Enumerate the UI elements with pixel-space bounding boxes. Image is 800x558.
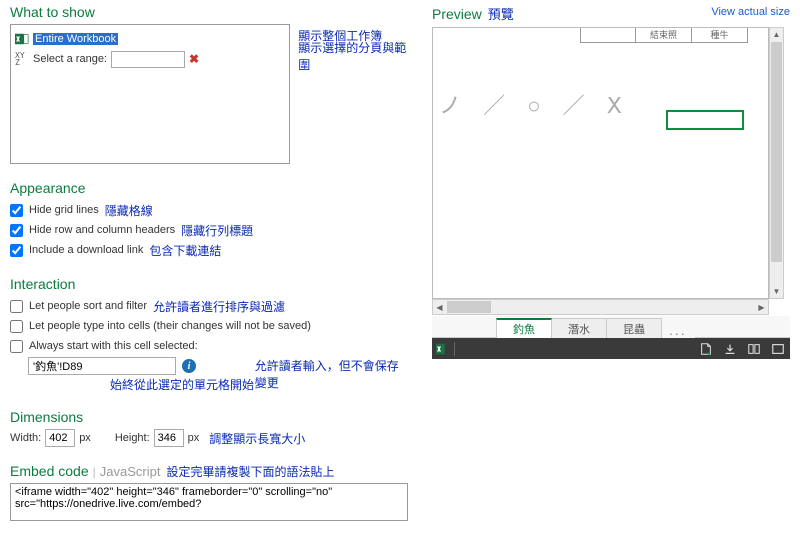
preview-content[interactable]: 結束照 種牛 ノ ／ ○ ／ Ⅹ: [432, 27, 769, 299]
fullscreen-icon[interactable]: [766, 338, 790, 359]
hide-headers-label: Hide row and column headers: [29, 224, 175, 236]
info-icon[interactable]: i: [182, 359, 196, 373]
annot-start: 始終從此選定的單元格開始: [110, 378, 254, 392]
annot-sort: 允許讀者進行排序與過濾: [153, 298, 285, 315]
sort-filter-label: Let people sort and filter: [29, 300, 147, 312]
scroll-up-icon[interactable]: ▲: [770, 28, 783, 41]
range-input[interactable]: [111, 51, 185, 68]
download-link-checkbox[interactable]: [10, 244, 23, 257]
annot-headers: 隱藏行列標題: [181, 222, 253, 239]
vscroll-thumb[interactable]: [771, 42, 782, 262]
horizontal-scrollbar[interactable]: ◀ ▶: [432, 299, 769, 315]
hscroll-thumb[interactable]: [447, 301, 491, 313]
annot-type: 允許讀者輸入，但不會保存變更: [255, 359, 399, 390]
annot-embed: 設定完畢請複製下面的語法貼上: [166, 463, 334, 480]
hide-headers-checkbox[interactable]: [10, 224, 23, 237]
height-px: px: [188, 432, 200, 444]
appearance-header: Appearance: [10, 180, 410, 196]
clear-range-icon[interactable]: ✖: [189, 52, 199, 66]
scroll-right-icon[interactable]: ▶: [755, 300, 768, 314]
annot-dl: 包含下載連結: [149, 242, 221, 259]
what-to-show-box: Entire Workbook XYZ Select a range: ✖: [10, 24, 290, 164]
embed-code-textarea[interactable]: [10, 483, 408, 521]
scroll-down-icon[interactable]: ▼: [770, 285, 783, 298]
interaction-header: Interaction: [10, 276, 410, 292]
width-label: Width:: [10, 432, 41, 444]
annot-dim: 調整顯示長寬大小: [209, 430, 305, 447]
embed-header: Embed code: [10, 463, 89, 479]
start-cell-input[interactable]: [28, 357, 176, 375]
sheet-tab-more[interactable]: ...: [661, 322, 695, 338]
width-px: px: [79, 432, 91, 444]
view-actual-link[interactable]: View actual size: [711, 6, 790, 18]
sheet-header-row: 結束照 種牛: [580, 27, 748, 43]
sort-filter-checkbox[interactable]: [10, 300, 23, 313]
always-start-label: Always start with this cell selected:: [29, 340, 198, 352]
hide-grid-label: Hide grid lines: [29, 204, 99, 216]
preview-cn: 預覽: [488, 4, 514, 23]
hide-grid-checkbox[interactable]: [10, 204, 23, 217]
type-cells-checkbox[interactable]: [10, 320, 23, 333]
sheet-header-cell: 種牛: [692, 27, 748, 43]
always-start-checkbox[interactable]: [10, 340, 23, 353]
sheet-tab-3[interactable]: 昆蟲: [606, 318, 662, 338]
download-link-label: Include a download link: [29, 244, 143, 256]
sheet-header-cell: 結束照: [636, 27, 692, 43]
entire-workbook-label: Entire Workbook: [33, 33, 118, 45]
view-mode-icon[interactable]: [742, 338, 766, 359]
what-to-show-header: What to show: [10, 4, 410, 20]
excel-icon: [15, 32, 29, 46]
range-icon: XYZ: [15, 52, 29, 66]
sheet-tab-1[interactable]: 釣魚: [496, 318, 552, 338]
preview-faint-text: ノ ／ ○ ／ Ⅹ: [439, 88, 630, 120]
annot-grid: 隱藏格線: [105, 202, 153, 219]
entire-workbook-row[interactable]: Entire Workbook: [15, 29, 285, 49]
preview-bottombar: [432, 338, 790, 359]
vertical-scrollbar[interactable]: ▲ ▼: [769, 27, 784, 299]
embed-divider: |: [93, 465, 96, 479]
select-range-row[interactable]: XYZ Select a range: ✖: [15, 49, 285, 69]
sheet-tabstrip: 釣魚 潛水 昆蟲 ...: [432, 316, 790, 338]
width-input[interactable]: [45, 429, 75, 447]
height-label: Height:: [115, 432, 150, 444]
selected-cell-outline: [666, 110, 744, 130]
height-input[interactable]: [154, 429, 184, 447]
preview-frame: 結束照 種牛 ノ ／ ○ ／ Ⅹ ▲ ▼ ◀ ▶: [432, 27, 784, 315]
new-sheet-icon[interactable]: [694, 338, 718, 359]
select-range-label: Select a range:: [33, 53, 107, 65]
embed-js-tab[interactable]: JavaScript: [100, 464, 161, 479]
download-icon[interactable]: [718, 338, 742, 359]
preview-header: Preview: [432, 6, 482, 22]
dimensions-header: Dimensions: [10, 409, 410, 425]
scroll-left-icon[interactable]: ◀: [433, 300, 446, 314]
type-cells-label: Let people type into cells (their change…: [29, 320, 311, 332]
sheet-tab-2[interactable]: 潛水: [551, 318, 607, 338]
excel-logo-icon[interactable]: [432, 338, 454, 359]
sheet-header-cell: [580, 27, 636, 43]
annot-range: 顯示選擇的分頁與範圍: [298, 39, 410, 73]
